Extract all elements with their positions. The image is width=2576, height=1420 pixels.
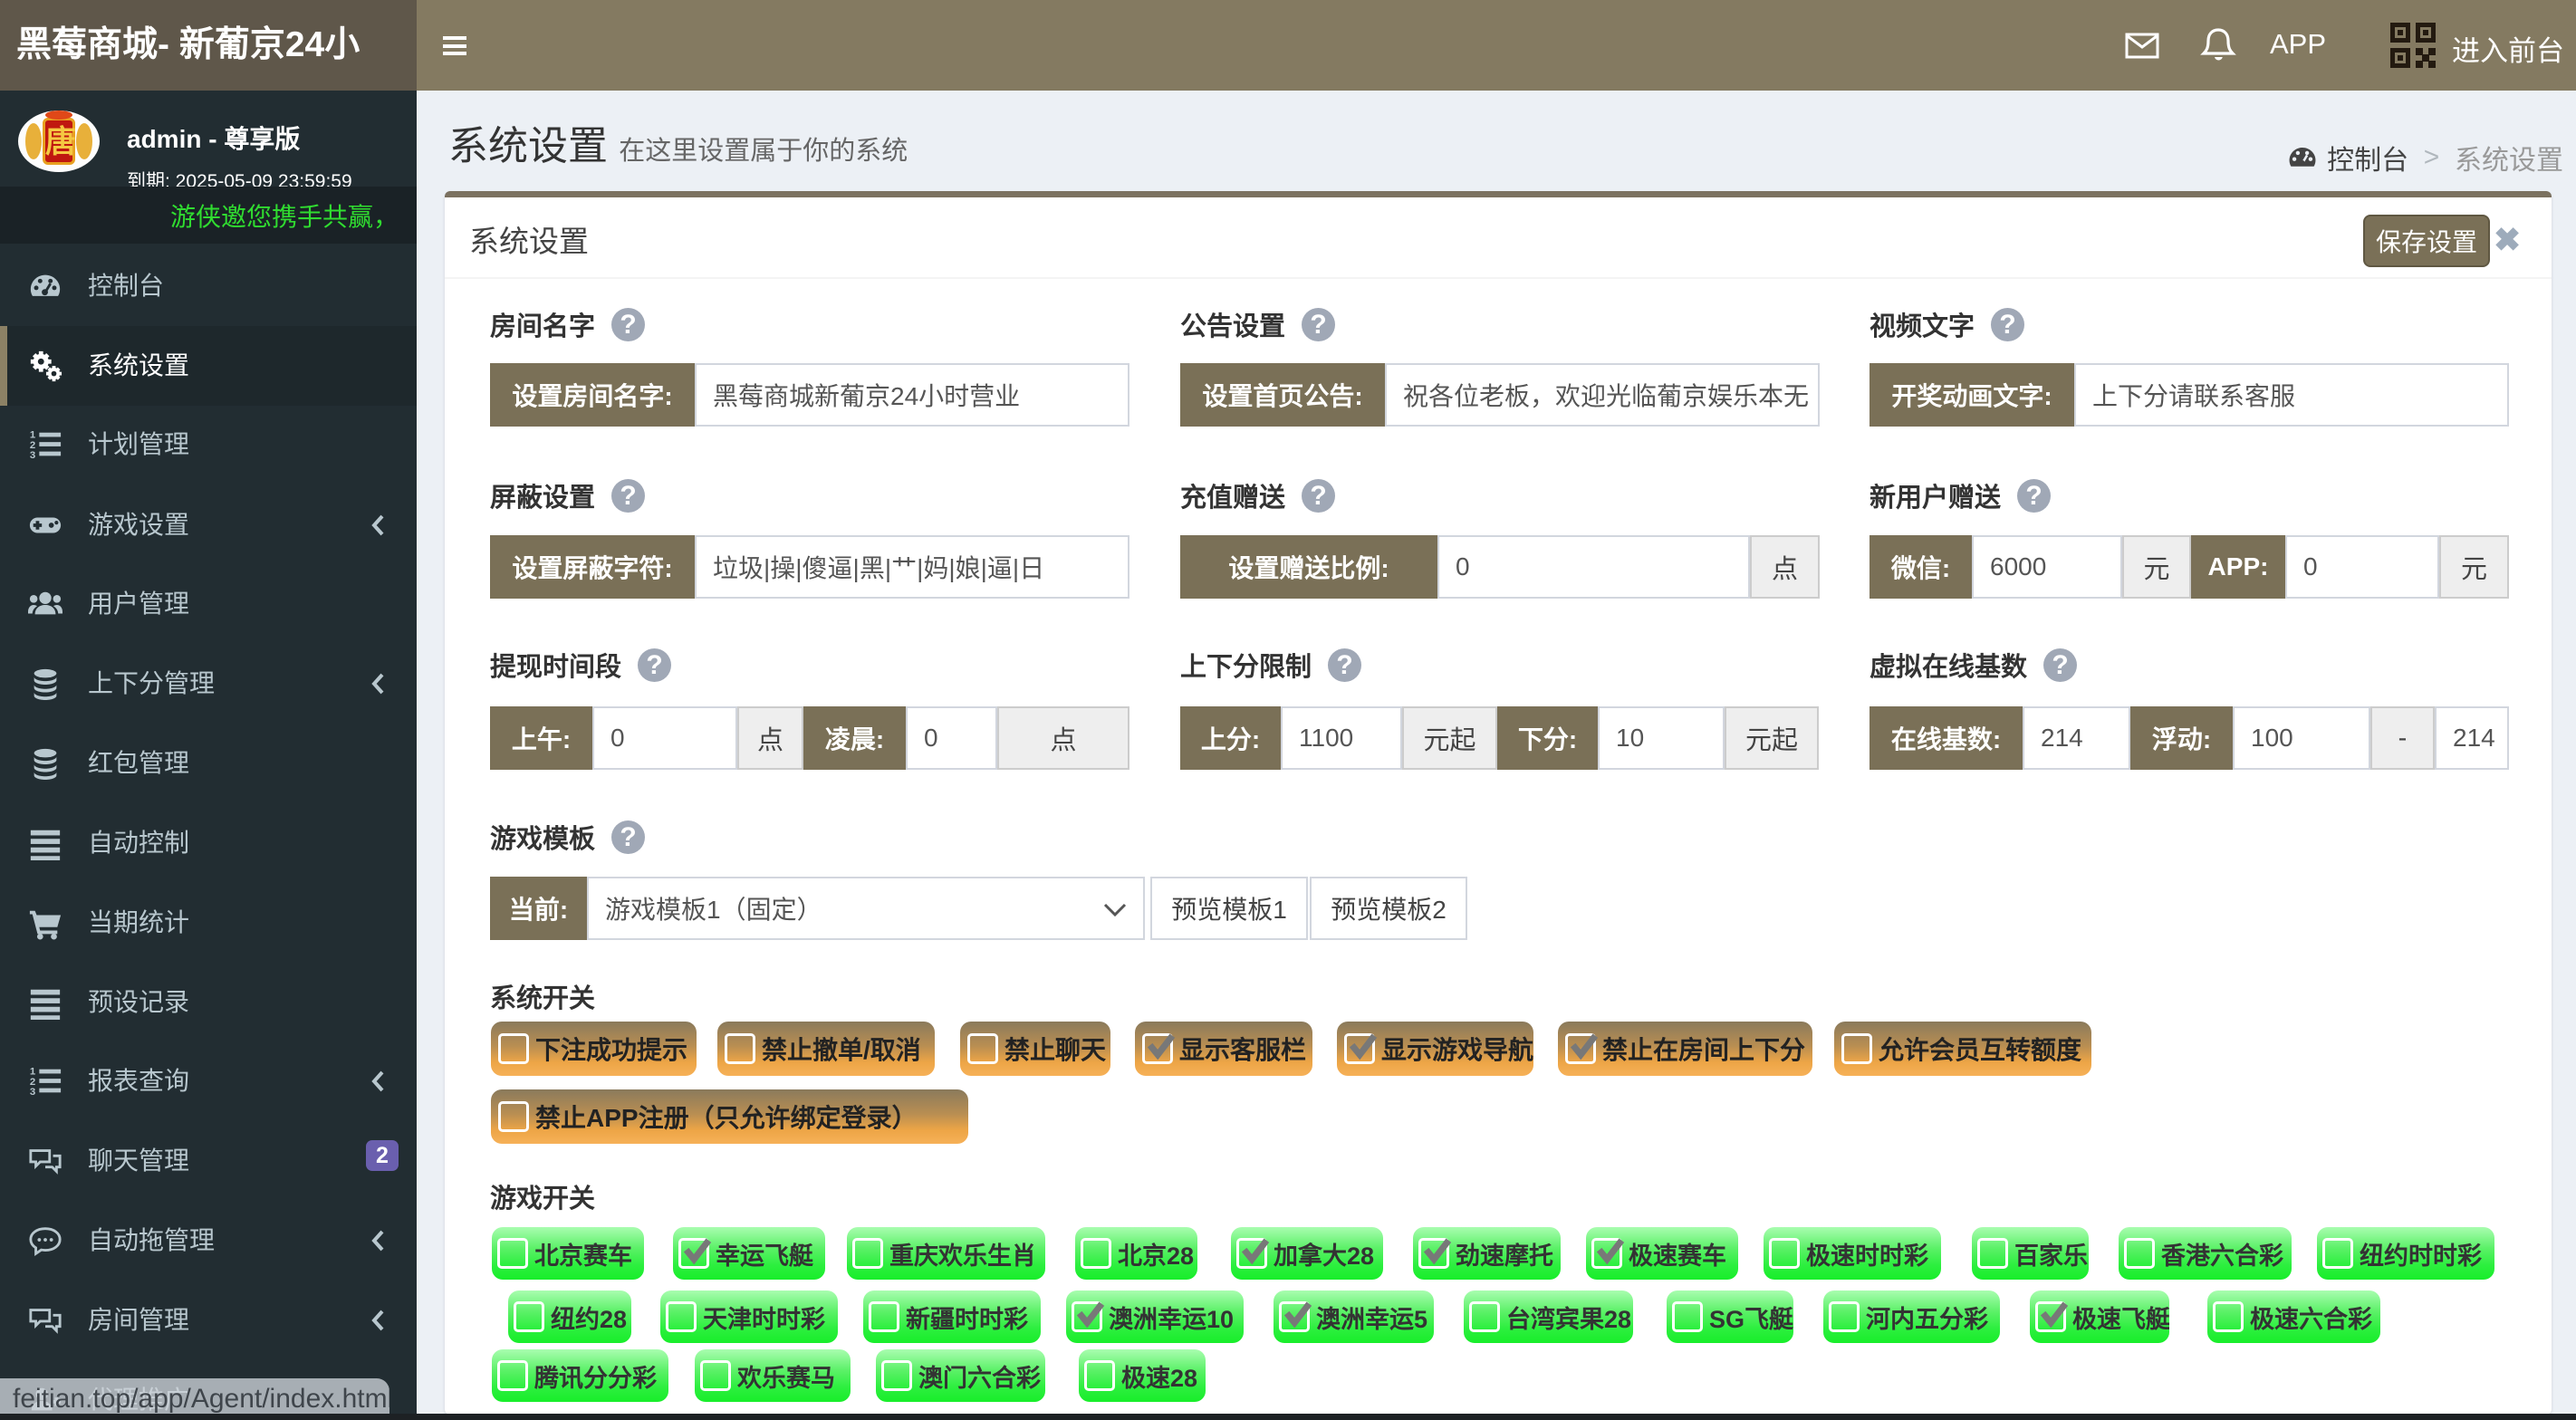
svg-text:1: 1	[30, 1066, 36, 1077]
svg-text:3: 3	[30, 450, 35, 461]
svg-text:2: 2	[30, 440, 35, 451]
svg-text:2: 2	[30, 1077, 35, 1088]
svg-text:3: 3	[30, 1087, 35, 1098]
svg-text:1: 1	[30, 429, 36, 440]
